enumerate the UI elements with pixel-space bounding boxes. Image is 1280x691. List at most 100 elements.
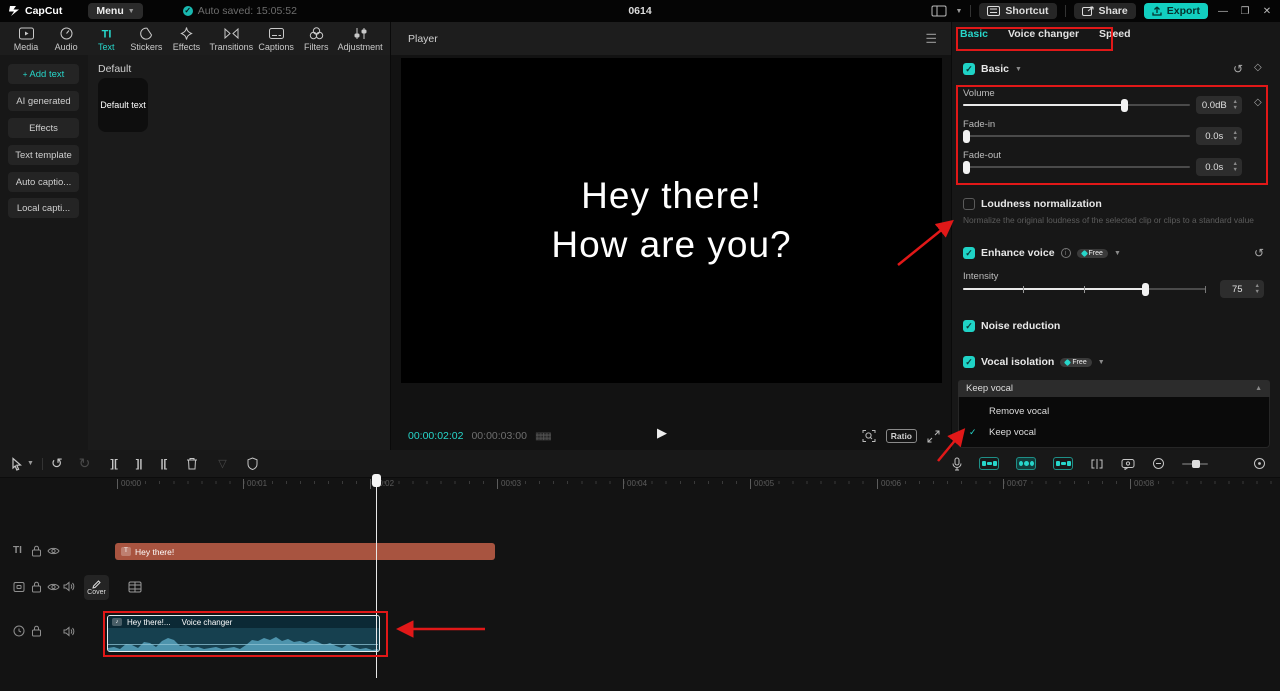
playhead[interactable] — [376, 478, 377, 678]
speaker-icon[interactable] — [63, 581, 75, 592]
fade-out-stepper[interactable]: ▲▼ — [1233, 162, 1242, 173]
timeline-ruler[interactable]: 00:00 00:01 00:02 00:03 00:04 00:05 00:0… — [0, 478, 1280, 492]
volume-keyframe-icon[interactable]: ◇ — [1254, 97, 1262, 108]
undo-button[interactable]: ↺ — [51, 455, 63, 472]
chevron-down-icon[interactable]: ▼ — [27, 460, 34, 467]
eye-icon[interactable] — [47, 582, 60, 592]
preview-axis-toggle[interactable] — [1053, 457, 1073, 470]
tab-speed[interactable]: Speed — [1099, 28, 1131, 40]
fade-out-slider[interactable] — [963, 166, 1190, 168]
enhance-voice-checkbox[interactable]: ✓ — [963, 247, 975, 259]
close-button[interactable]: ✕ — [1260, 6, 1274, 17]
layout-icon[interactable] — [931, 5, 947, 17]
ratio-button[interactable]: Ratio — [886, 429, 917, 443]
edit-cover-button[interactable]: Cover — [84, 575, 109, 600]
cover-shield-icon[interactable] — [247, 457, 258, 470]
volume-stepper[interactable]: ▲▼ — [1233, 100, 1242, 111]
intensity-value[interactable]: 75 ▲▼ — [1220, 280, 1264, 298]
speaker-icon[interactable] — [63, 626, 75, 637]
audio-clip[interactable]: ♪ Hey there!... Voice changer — [107, 615, 380, 652]
sidebar-item-text-template[interactable]: Text template — [8, 145, 79, 165]
fade-out-value[interactable]: 0.0s ▲▼ — [1196, 158, 1242, 176]
loudness-checkbox[interactable] — [963, 198, 975, 210]
video-viewport[interactable]: Hey there! How are you? — [401, 58, 942, 383]
info-icon[interactable]: i — [1061, 248, 1071, 258]
lock-icon[interactable] — [31, 545, 42, 557]
dropdown-option-remove-vocal[interactable]: Remove vocal — [959, 401, 1269, 422]
zoom-fit-icon[interactable] — [1253, 457, 1266, 470]
tab-captions[interactable]: Captions — [256, 26, 296, 52]
sidebar-item-auto-captions[interactable]: Auto captio... — [8, 172, 79, 192]
intensity-slider-handle[interactable] — [1142, 283, 1149, 296]
split-view-icon[interactable] — [1090, 458, 1104, 470]
split-right-tool[interactable]: |[ — [160, 458, 167, 470]
mute-track-icon[interactable]: ▽ — [218, 457, 226, 470]
vocal-isolation-checkbox[interactable]: ✓ — [963, 356, 975, 368]
vocal-select[interactable]: Keep vocal ▲ — [958, 380, 1270, 397]
play-button[interactable]: ▶ — [657, 425, 667, 441]
volume-slider-handle[interactable] — [1121, 99, 1128, 112]
delete-button[interactable] — [186, 457, 198, 470]
magnetic-snap-toggle[interactable] — [979, 457, 999, 470]
keyframe-diamond-icon[interactable]: ◇ — [1254, 62, 1262, 73]
share-button[interactable]: Share — [1074, 3, 1136, 19]
preview-quality-icon[interactable] — [862, 429, 876, 443]
timeline-zoom-slider[interactable] — [1182, 463, 1208, 465]
volume-slider[interactable] — [963, 104, 1190, 106]
fullscreen-icon[interactable] — [927, 430, 940, 443]
fade-in-value[interactable]: 0.0s ▲▼ — [1196, 127, 1242, 145]
layout-chevron-icon[interactable]: ▼ — [955, 8, 962, 15]
tab-transitions[interactable]: Transitions — [206, 26, 256, 52]
tab-stickers[interactable]: Stickers — [126, 26, 166, 52]
redo-button[interactable]: ↻ — [79, 455, 91, 472]
collapse-chevron-icon[interactable]: ▼ — [1015, 66, 1022, 73]
sidebar-item-effects[interactable]: Effects — [8, 118, 79, 138]
text-clip[interactable]: T Hey there! — [115, 543, 495, 560]
tab-adjustment[interactable]: Adjustment — [336, 26, 384, 52]
lock-icon[interactable] — [31, 581, 42, 593]
zoom-out-icon[interactable] — [1152, 457, 1165, 470]
tab-filters[interactable]: Filters — [296, 26, 336, 52]
volume-value[interactable]: 0.0dB ▲▼ — [1196, 96, 1242, 114]
split-left-tool[interactable]: ]| — [136, 458, 143, 470]
shortcut-button[interactable]: Shortcut — [979, 3, 1056, 19]
fade-in-slider[interactable] — [963, 135, 1190, 137]
sidebar-item-add-text[interactable]: +Add text — [8, 64, 79, 84]
tab-effects[interactable]: Effects — [166, 26, 206, 52]
collapse-chevron-icon[interactable]: ▼ — [1114, 250, 1121, 257]
tab-media[interactable]: Media — [6, 26, 46, 52]
video-clip[interactable] — [128, 580, 142, 594]
default-text-card[interactable]: Default text — [98, 78, 148, 132]
playhead-handle[interactable] — [372, 474, 381, 487]
zoom-slider-handle[interactable] — [1192, 460, 1200, 468]
intensity-slider[interactable] — [963, 288, 1206, 290]
tab-audio[interactable]: Audio — [46, 26, 86, 52]
enhance-reset-icon[interactable]: ↺ — [1254, 246, 1264, 260]
maximize-button[interactable]: ❐ — [1238, 6, 1252, 17]
tab-basic[interactable]: Basic — [960, 28, 988, 40]
split-tool[interactable]: ][ — [110, 458, 117, 470]
link-clips-toggle[interactable] — [1016, 457, 1036, 470]
noise-reduction-checkbox[interactable]: ✓ — [963, 320, 975, 332]
dropdown-option-keep-vocal[interactable]: ✓ Keep vocal — [959, 422, 1269, 443]
select-tool[interactable]: ▼ — [10, 457, 34, 471]
intensity-stepper[interactable]: ▲▼ — [1255, 284, 1264, 295]
eye-icon[interactable] — [47, 546, 60, 556]
lock-icon[interactable] — [31, 625, 42, 637]
sidebar-item-ai-generated[interactable]: AI generated — [8, 91, 79, 111]
menu-button[interactable]: Menu ▼ — [88, 3, 142, 19]
comment-icon[interactable] — [1121, 458, 1135, 470]
tab-text[interactable]: TI Text — [86, 26, 126, 52]
collapse-chevron-icon[interactable]: ▼ — [1098, 359, 1105, 366]
frame-view-icon[interactable]: ▦▦ — [535, 431, 550, 442]
minimize-button[interactable]: — — [1216, 6, 1230, 17]
fade-out-slider-handle[interactable] — [963, 161, 970, 174]
reset-icon[interactable]: ↺ — [1233, 62, 1243, 76]
fade-in-slider-handle[interactable] — [963, 130, 970, 143]
basic-checkbox[interactable]: ✓ — [963, 63, 975, 75]
record-voiceover-icon[interactable] — [952, 457, 962, 471]
tab-voice-changer[interactable]: Voice changer — [1008, 28, 1079, 40]
fade-in-stepper[interactable]: ▲▼ — [1233, 131, 1242, 142]
sidebar-item-local-captions[interactable]: Local capti... — [8, 198, 79, 218]
player-menu-icon[interactable]: ☰ — [925, 31, 937, 47]
